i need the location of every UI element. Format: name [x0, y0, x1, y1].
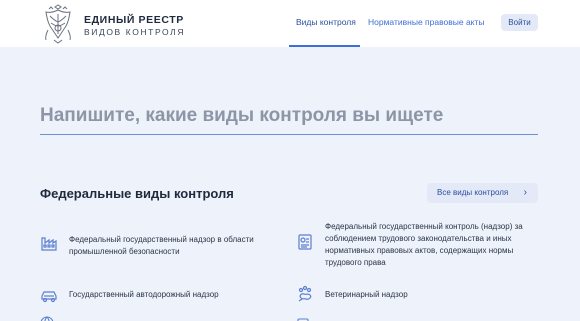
chevron-right-icon: ›	[523, 187, 527, 198]
login-button[interactable]: Войти	[501, 14, 538, 31]
brand-subtitle: ВИДОВ КОНТРОЛЯ	[84, 27, 186, 37]
search-input[interactable]: Напишите, какие виды контроля вы ищете	[40, 104, 443, 128]
brand-block[interactable]: ЕДИНЫЙ РЕЕСТР ВИДОВ КОНТРОЛЯ	[84, 14, 185, 38]
nav-tab-control-types[interactable]: Виды контроля	[296, 17, 356, 28]
factory-icon	[41, 237, 57, 251]
car-icon	[41, 291, 57, 303]
building-icon	[297, 318, 309, 321]
item-label: Государственный автодорожный надзор	[69, 290, 219, 299]
item-label: Ветеринарный надзор	[325, 290, 408, 299]
section-title-federal: Федеральные виды контроля	[40, 186, 234, 201]
paw-icon	[298, 285, 312, 302]
main-content: Напишите, какие виды контроля вы ищете Ф…	[0, 47, 580, 321]
search-underline	[40, 134, 538, 135]
nav-tab-legal-acts[interactable]: Нормативные правовые акты	[368, 17, 485, 28]
brand-title: ЕДИНЫЙ РЕЕСТР	[84, 14, 184, 26]
all-control-types-label: Все виды контроля	[437, 188, 509, 197]
globe-icon	[40, 316, 54, 321]
item-label: Федеральный государственный контроль (на…	[325, 222, 523, 267]
top-header: ЕДИНЫЙ РЕЕСТР ВИДОВ КОНТРОЛЯ Виды контро…	[0, 0, 580, 47]
all-control-types-button[interactable]: Все виды контроля ›	[427, 183, 538, 203]
coat-of-arms-logo[interactable]	[40, 4, 76, 44]
item-label: Федеральный государственный надзор в обл…	[69, 235, 254, 256]
document-icon	[298, 234, 312, 250]
